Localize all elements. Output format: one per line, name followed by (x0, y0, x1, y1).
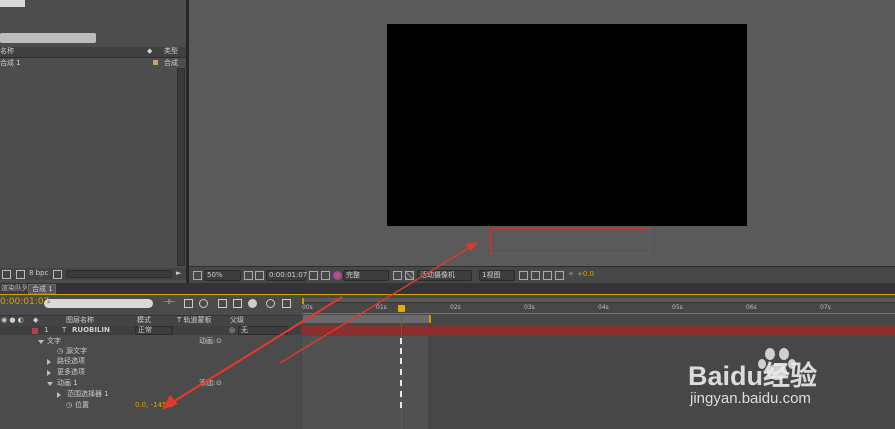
arrow-head (162, 395, 178, 410)
watermark: Baidu经验 jingyan.baidu.com (688, 342, 888, 412)
arrow-to-box (279, 245, 473, 364)
watermark-brand: Baidu经验 (688, 361, 818, 391)
arrow-to-position (167, 296, 343, 406)
arrow-head (466, 242, 478, 251)
watermark-url: jingyan.baidu.com (690, 390, 811, 407)
